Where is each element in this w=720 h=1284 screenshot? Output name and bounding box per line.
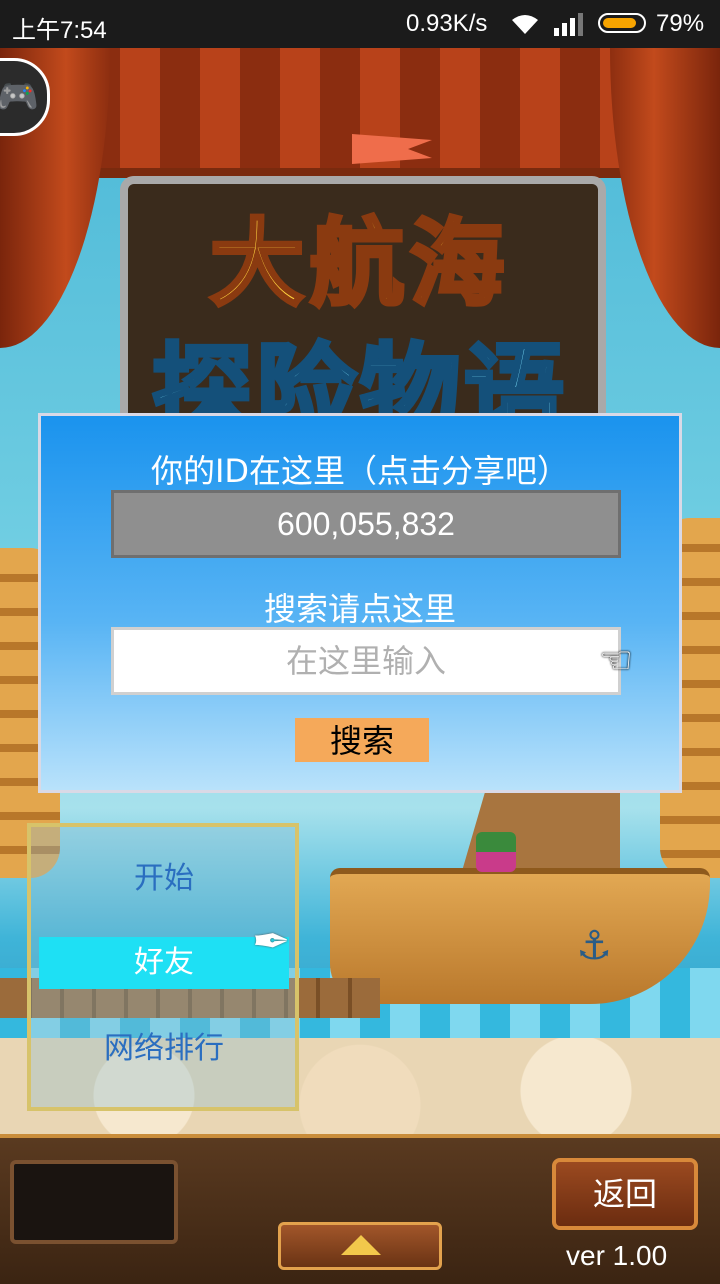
gamepad-icon: 🎮 — [0, 77, 40, 117]
id-value-share[interactable]: 600,055,832 — [111, 490, 621, 558]
status-time: 上午7:54 — [12, 17, 107, 44]
battery-icon — [598, 13, 646, 33]
signal-icon — [554, 13, 583, 36]
expand-up-button[interactable] — [278, 1222, 442, 1270]
search-button[interactable]: 搜索 — [295, 718, 429, 762]
search-input[interactable] — [111, 627, 621, 695]
game-logo-line1: 大航海 — [208, 208, 510, 321]
battery-percent: 79% — [656, 10, 705, 37]
wifi-icon — [512, 15, 538, 34]
menu-item-start[interactable]: 开始 — [39, 853, 289, 905]
network-speed: 0.93K/s — [406, 10, 488, 37]
hand-pointer-icon: ☜ — [599, 638, 634, 682]
anchor-icon: ⚓ — [576, 923, 612, 969]
id-dialog: 你的ID在这里（点击分享吧） 600,055,832 搜索请点这里 ☜ 搜索 — [38, 413, 682, 793]
quill-icon: ✒ — [252, 914, 291, 968]
status-bar: 上午7:54 0.93K/s 79% — [0, 0, 720, 48]
back-button[interactable]: 返回 — [552, 1158, 698, 1230]
item-slot[interactable] — [10, 1160, 178, 1244]
bottom-bar: 返回 ver 1.00 — [0, 1134, 720, 1284]
curtain-right — [610, 48, 720, 348]
pixel-character — [476, 832, 516, 872]
triangle-up-icon — [341, 1235, 381, 1255]
id-label: 你的ID在这里（点击分享吧） — [150, 452, 570, 490]
search-label: 搜索请点这里 — [263, 590, 456, 628]
version-label: ver 1.00 — [566, 1240, 668, 1271]
menu-item-ranking[interactable]: 网络排行 — [39, 1023, 289, 1075]
ship-hull — [330, 868, 710, 1004]
